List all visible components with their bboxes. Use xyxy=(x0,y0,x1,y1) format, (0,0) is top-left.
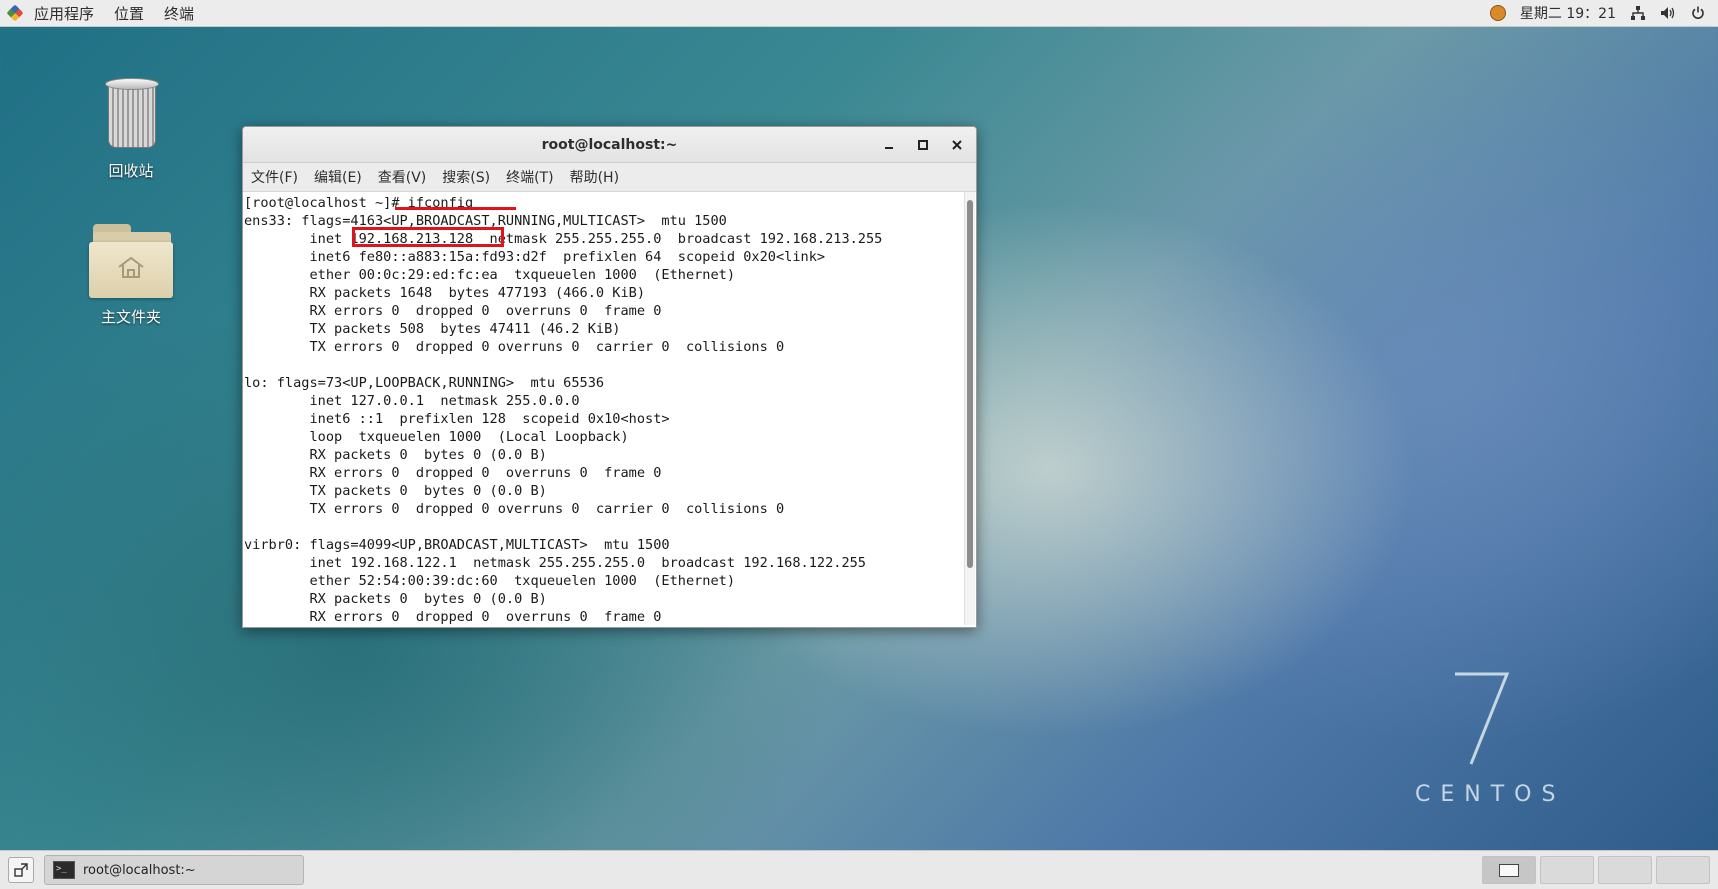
top-panel-status: 星期二 19：21 xyxy=(1489,3,1718,23)
desktop-icon-label: 回收站 xyxy=(108,162,154,180)
taskbar-item-terminal[interactable]: >_ root@localhost:~ xyxy=(44,855,304,885)
workspace-4[interactable] xyxy=(1656,856,1710,884)
menu-file[interactable]: 文件(F) xyxy=(243,167,306,187)
taskbar-item-label: root@localhost:~ xyxy=(83,862,196,878)
annotation-box-ip xyxy=(352,227,504,247)
centos-seven-watermark xyxy=(1455,672,1510,765)
terminal-output[interactable]: [root@localhost ~]# ifconfig ens33: flag… xyxy=(243,192,963,627)
terminal-text: [root@localhost ~]# ifconfig ens33: flag… xyxy=(243,192,963,626)
menu-search[interactable]: 搜索(S) xyxy=(434,167,498,187)
user-face-icon[interactable] xyxy=(1489,5,1506,21)
power-icon[interactable] xyxy=(1690,5,1706,21)
terminal-line: virbr0: flags=4099<UP,BROADCAST,MULTICAS… xyxy=(244,537,670,553)
top-panel: 应用程序 位置 终端 星期二 19：21 xyxy=(0,0,1718,27)
terminal-line: loop txqueuelen 1000 (Local Loopback) xyxy=(309,429,629,445)
desktop-icon-label: 主文件夹 xyxy=(100,308,161,326)
applications-icon[interactable] xyxy=(8,6,22,20)
terminal-line: RX packets 0 bytes 0 (0.0 B) xyxy=(309,591,547,607)
terminal-line: RX errors 0 dropped 0 overruns 0 frame 0 xyxy=(309,609,662,625)
close-icon[interactable] xyxy=(946,134,968,156)
scrollbar-thumb[interactable] xyxy=(967,200,973,568)
terminal-line: TX packets 0 bytes 0 (0.0 B) xyxy=(309,483,547,499)
clock[interactable]: 星期二 19：21 xyxy=(1520,3,1616,23)
terminal-line: ether 52:54:00:39:dc:60 txqueuelen 1000 … xyxy=(309,573,736,589)
volume-icon[interactable] xyxy=(1660,5,1676,21)
trash-icon xyxy=(103,78,159,148)
terminal-window[interactable]: root@localhost:~ 文件(F) 编辑(E) 查看(V) 搜索(S)… xyxy=(242,126,977,628)
window-title: root@localhost:~ xyxy=(541,136,678,153)
show-desktop-icon[interactable] xyxy=(8,857,34,883)
desktop-icon-home[interactable]: 主文件夹 xyxy=(76,222,186,327)
workspace-2[interactable] xyxy=(1540,856,1594,884)
desktop-icon-trash[interactable]: 回收站 xyxy=(76,78,186,181)
menu-help[interactable]: 帮助(H) xyxy=(562,167,627,187)
terminal-line: RX errors 0 dropped 0 overruns 0 frame 0 xyxy=(309,465,662,481)
terminal-menubar: 文件(F) 编辑(E) 查看(V) 搜索(S) 终端(T) 帮助(H) xyxy=(243,163,976,192)
annotation-underline-command xyxy=(395,207,516,210)
terminal-line: RX packets 1648 bytes 477193 (466.0 KiB) xyxy=(309,285,646,301)
home-folder-icon xyxy=(89,222,173,298)
terminal-line: TX packets 508 bytes 47411 (46.2 KiB) xyxy=(309,321,621,337)
menu-terminal[interactable]: 终端(T) xyxy=(498,167,561,187)
terminal-line: inet 192.168.213.128 netmask 255.255.255… xyxy=(309,231,883,247)
menu-places[interactable]: 位置 xyxy=(104,3,154,24)
centos-wordmark: CENTOS xyxy=(1415,782,1566,807)
bottom-panel: >_ root@localhost:~ xyxy=(0,850,1718,889)
terminal-line: inet6 fe80::a883:15a:fd93:d2f prefixlen … xyxy=(309,249,826,265)
minimize-icon[interactable] xyxy=(878,134,900,156)
maximize-icon[interactable] xyxy=(912,134,934,156)
workspace-switcher xyxy=(1482,856,1710,884)
terminal-line: ether 00:0c:29:ed:fc:ea txqueuelen 1000 … xyxy=(309,267,736,283)
network-icon[interactable] xyxy=(1630,5,1646,21)
terminal-line: inet 127.0.0.1 netmask 255.0.0.0 xyxy=(309,393,580,409)
menu-edit[interactable]: 编辑(E) xyxy=(306,167,370,187)
workspace-3[interactable] xyxy=(1598,856,1652,884)
menu-terminal[interactable]: 终端 xyxy=(154,3,204,24)
workspace-1[interactable] xyxy=(1482,856,1536,884)
terminal-app-icon: >_ xyxy=(53,861,75,879)
menu-view[interactable]: 查看(V) xyxy=(370,167,435,187)
window-titlebar[interactable]: root@localhost:~ xyxy=(243,127,976,163)
terminal-line: RX errors 0 dropped 0 overruns 0 frame 0 xyxy=(309,303,662,319)
menu-applications[interactable]: 应用程序 xyxy=(24,3,104,24)
terminal-line: inet6 ::1 prefixlen 128 scopeid 0x10<hos… xyxy=(309,411,670,427)
terminal-line: lo: flags=73<UP,LOOPBACK,RUNNING> mtu 65… xyxy=(244,375,605,391)
terminal-line: RX packets 0 bytes 0 (0.0 B) xyxy=(309,447,547,463)
terminal-line: inet 192.168.122.1 netmask 255.255.255.0… xyxy=(309,555,866,571)
terminal-scrollbar[interactable] xyxy=(964,192,975,625)
terminal-line: TX errors 0 dropped 0 overruns 0 carrier… xyxy=(309,339,785,355)
terminal-line: TX errors 0 dropped 0 overruns 0 carrier… xyxy=(309,501,785,517)
